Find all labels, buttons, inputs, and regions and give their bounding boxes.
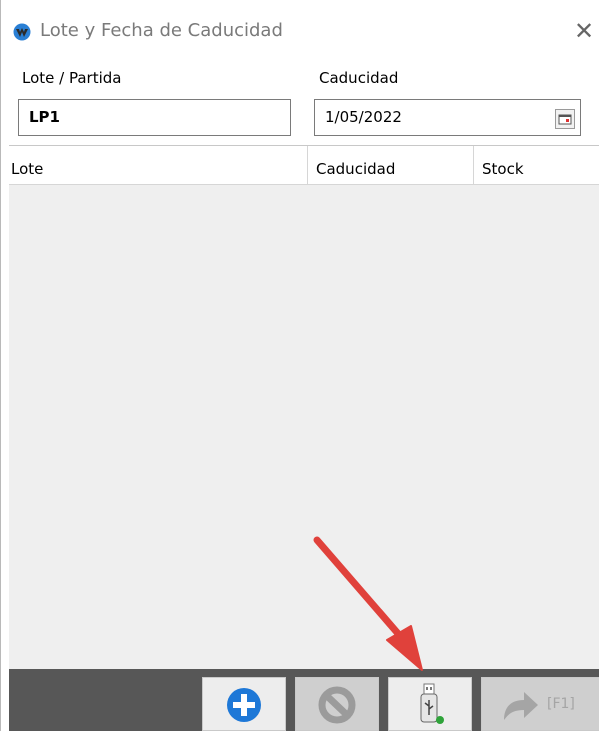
- window-title: Lote y Fecha de Caducidad: [40, 20, 283, 41]
- add-button[interactable]: [202, 677, 286, 731]
- forward-arrow-icon: [504, 692, 538, 720]
- column-header-stock[interactable]: Stock: [473, 146, 599, 184]
- plus-circle-icon: [227, 688, 261, 722]
- grid-body[interactable]: [9, 185, 599, 670]
- f1-label: [F1]: [547, 696, 575, 712]
- calendar-icon: [558, 114, 572, 125]
- column-header-lote[interactable]: Lote: [9, 146, 307, 184]
- lote-label: Lote / Partida: [22, 69, 122, 87]
- caducidad-label: Caducidad: [319, 69, 399, 87]
- usb-button[interactable]: [388, 677, 472, 731]
- close-button[interactable]: ✕: [571, 16, 597, 46]
- usb-drive-icon: [420, 683, 444, 724]
- f1-button[interactable]: [F1]: [481, 677, 599, 731]
- cancel-button[interactable]: [295, 677, 379, 731]
- close-icon: ✕: [573, 17, 595, 45]
- column-header-caducidad[interactable]: Caducidad: [307, 146, 473, 184]
- title-bar: Lote y Fecha de Caducidad ✕: [1, 0, 599, 56]
- bottom-toolbar: [F1]: [9, 669, 599, 731]
- lot-grid: Lote Caducidad Stock: [9, 145, 599, 670]
- lote-input[interactable]: LP1: [18, 99, 291, 136]
- cancel-icon: [318, 686, 356, 724]
- app-logo-icon: [13, 23, 31, 41]
- grid-header: Lote Caducidad Stock: [9, 146, 599, 185]
- lot-expiry-dialog: Lote y Fecha de Caducidad ✕ Lote / Parti…: [0, 0, 599, 731]
- calendar-button[interactable]: [555, 109, 575, 129]
- caducidad-date-input[interactable]: 1/05/2022: [314, 99, 581, 136]
